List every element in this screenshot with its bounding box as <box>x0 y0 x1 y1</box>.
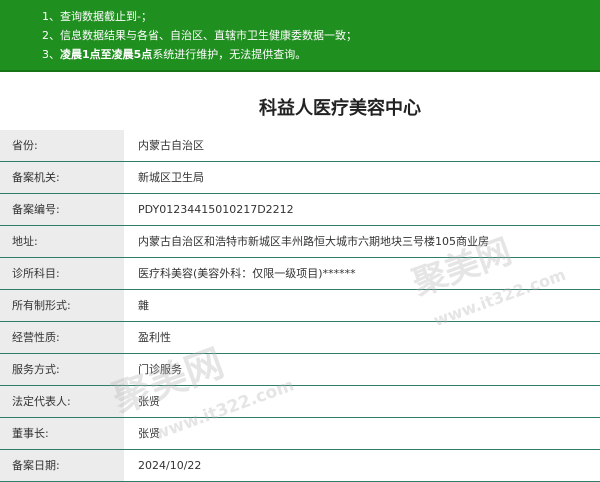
row-label: 地址: <box>0 226 124 257</box>
table-row-legal-representative: 法定代表人: 张贤 <box>0 386 600 418</box>
table-row-authority: 备案机关: 新城区卫生局 <box>0 162 600 194</box>
table-row-ownership: 所有制形式: 雜 <box>0 290 600 322</box>
row-label: 省份: <box>0 130 124 161</box>
table-row-registration-number: 备案编号: PDY01234415010217D2212 <box>0 194 600 226</box>
table-row-business-nature: 经营性质: 盈利性 <box>0 322 600 354</box>
notice-line-3-prefix: 3、 <box>42 48 60 61</box>
row-value: 张贤 <box>138 427 160 440</box>
row-value: 门诊服务 <box>138 363 182 376</box>
row-label: 所有制形式: <box>0 290 124 321</box>
table-row-chairman: 董事长: 张贤 <box>0 418 600 450</box>
row-label: 备案机关: <box>0 162 124 193</box>
row-value: 雜 <box>138 299 149 312</box>
table-row-service-mode: 服务方式: 门诊服务 <box>0 354 600 386</box>
row-label: 服务方式: <box>0 354 124 385</box>
notice-line-1: 1、查询数据截止到-； <box>42 10 152 23</box>
notice-line-3: 3、凌晨1点至凌晨5点系统进行维护，无法提供查询。 <box>42 45 600 64</box>
notice-line-2: 2、信息数据结果与各省、自治区、直辖市卫生健康委数据一致； <box>42 29 357 42</box>
row-label: 备案日期: <box>0 450 124 481</box>
row-value: 张贤 <box>138 395 160 408</box>
row-value: 内蒙古自治区 <box>138 139 204 152</box>
info-table: 省份: 内蒙古自治区 备案机关: 新城区卫生局 备案编号: PDY0123441… <box>0 130 600 482</box>
notice-line-3-highlight: 凌晨1点至凌晨5点 <box>60 48 153 61</box>
row-label: 经营性质: <box>0 322 124 353</box>
notice-banner: 1、查询数据截止到-； 2、信息数据结果与各省、自治区、直辖市卫生健康委数据一致… <box>0 0 600 72</box>
row-value: 2024/10/22 <box>138 459 202 472</box>
row-label: 诊所科目: <box>0 258 124 289</box>
row-value: 内蒙古自治区和浩特市新城区丰州路恒大城市六期地块三号楼105商业房 <box>138 235 489 248</box>
row-label: 备案编号: <box>0 194 124 225</box>
row-value: 盈利性 <box>138 331 171 344</box>
table-row-province: 省份: 内蒙古自治区 <box>0 130 600 162</box>
table-row-departments: 诊所科目: 医疗科美容(美容外科：仅限一级项目)****** <box>0 258 600 290</box>
row-label: 法定代表人: <box>0 386 124 417</box>
page-title: 科益人医疗美容中心 <box>259 98 421 119</box>
row-label: 董事长: <box>0 418 124 449</box>
row-value: 医疗科美容(美容外科：仅限一级项目)****** <box>138 267 356 280</box>
row-value: PDY01234415010217D2212 <box>138 203 294 216</box>
notice-line-3-suffix: 系统进行维护，无法提供查询。 <box>152 48 307 61</box>
table-row-registration-date: 备案日期: 2024/10/22 <box>0 450 600 482</box>
table-row-address: 地址: 内蒙古自治区和浩特市新城区丰州路恒大城市六期地块三号楼105商业房 <box>0 226 600 258</box>
row-value: 新城区卫生局 <box>138 171 204 184</box>
